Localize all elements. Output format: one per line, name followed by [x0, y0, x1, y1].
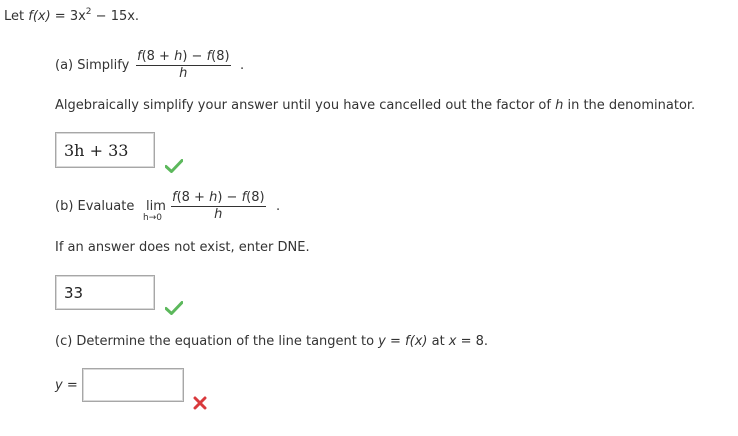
part-b-answer-value: 33	[64, 283, 84, 302]
part-c-y: y	[378, 334, 386, 349]
part-b-numerator: f(8 + h) − f(8)	[171, 190, 266, 207]
part-b-label: (b) Evaluate	[55, 199, 135, 214]
part-c-answer-input[interactable]	[82, 368, 184, 402]
intro-suffix: − 15x.	[91, 9, 140, 24]
part-b-period: .	[276, 199, 281, 214]
check-icon	[165, 159, 183, 173]
part-a-answer-input[interactable]: 3h + 33	[55, 132, 155, 168]
intro-fx: f(x)	[28, 9, 51, 24]
part-c-eq: =	[385, 334, 406, 349]
intro-prefix: Let	[4, 9, 29, 24]
part-a-answer-value: 3h + 33	[64, 140, 129, 160]
part-c-at: at	[427, 334, 449, 349]
part-a-denominator: h	[179, 66, 188, 81]
part-a-label: (a) Simplify	[55, 58, 130, 73]
lim-operator: lim	[146, 199, 166, 214]
part-a-numerator: f(8 + h) − f(8)	[136, 49, 231, 66]
lim-subscript: h→0	[143, 213, 162, 223]
part-b-instruction: If an answer does not exist, enter DNE.	[55, 240, 310, 255]
part-b-answer-input[interactable]: 33	[55, 275, 155, 310]
instruction-text: Algebraically simplify your answer until…	[55, 98, 556, 113]
part-c-answer-label: y =	[55, 378, 78, 393]
check-icon	[165, 301, 183, 315]
part-a-fraction: f(8 + h) − f(8) h	[136, 49, 231, 82]
part-a-period: .	[240, 58, 245, 73]
part-b-denominator: h	[214, 207, 223, 222]
instruction-suffix: in the denominator.	[563, 98, 696, 113]
part-c-x: x	[448, 334, 457, 349]
part-a-instruction: Algebraically simplify your answer until…	[55, 98, 695, 113]
close-icon	[193, 396, 207, 410]
part-c-fx: f(x)	[405, 334, 428, 349]
intro-eq: = 3x	[50, 9, 86, 24]
part-b-fraction: f(8 + h) − f(8) h	[171, 190, 266, 223]
problem-statement: Let f(x) = 3x2 − 15x.	[4, 8, 140, 25]
part-c-text: (c) Determine the equation of the line t…	[55, 334, 379, 349]
part-c-end: = 8.	[456, 334, 489, 349]
part-c-question: (c) Determine the equation of the line t…	[55, 334, 488, 349]
